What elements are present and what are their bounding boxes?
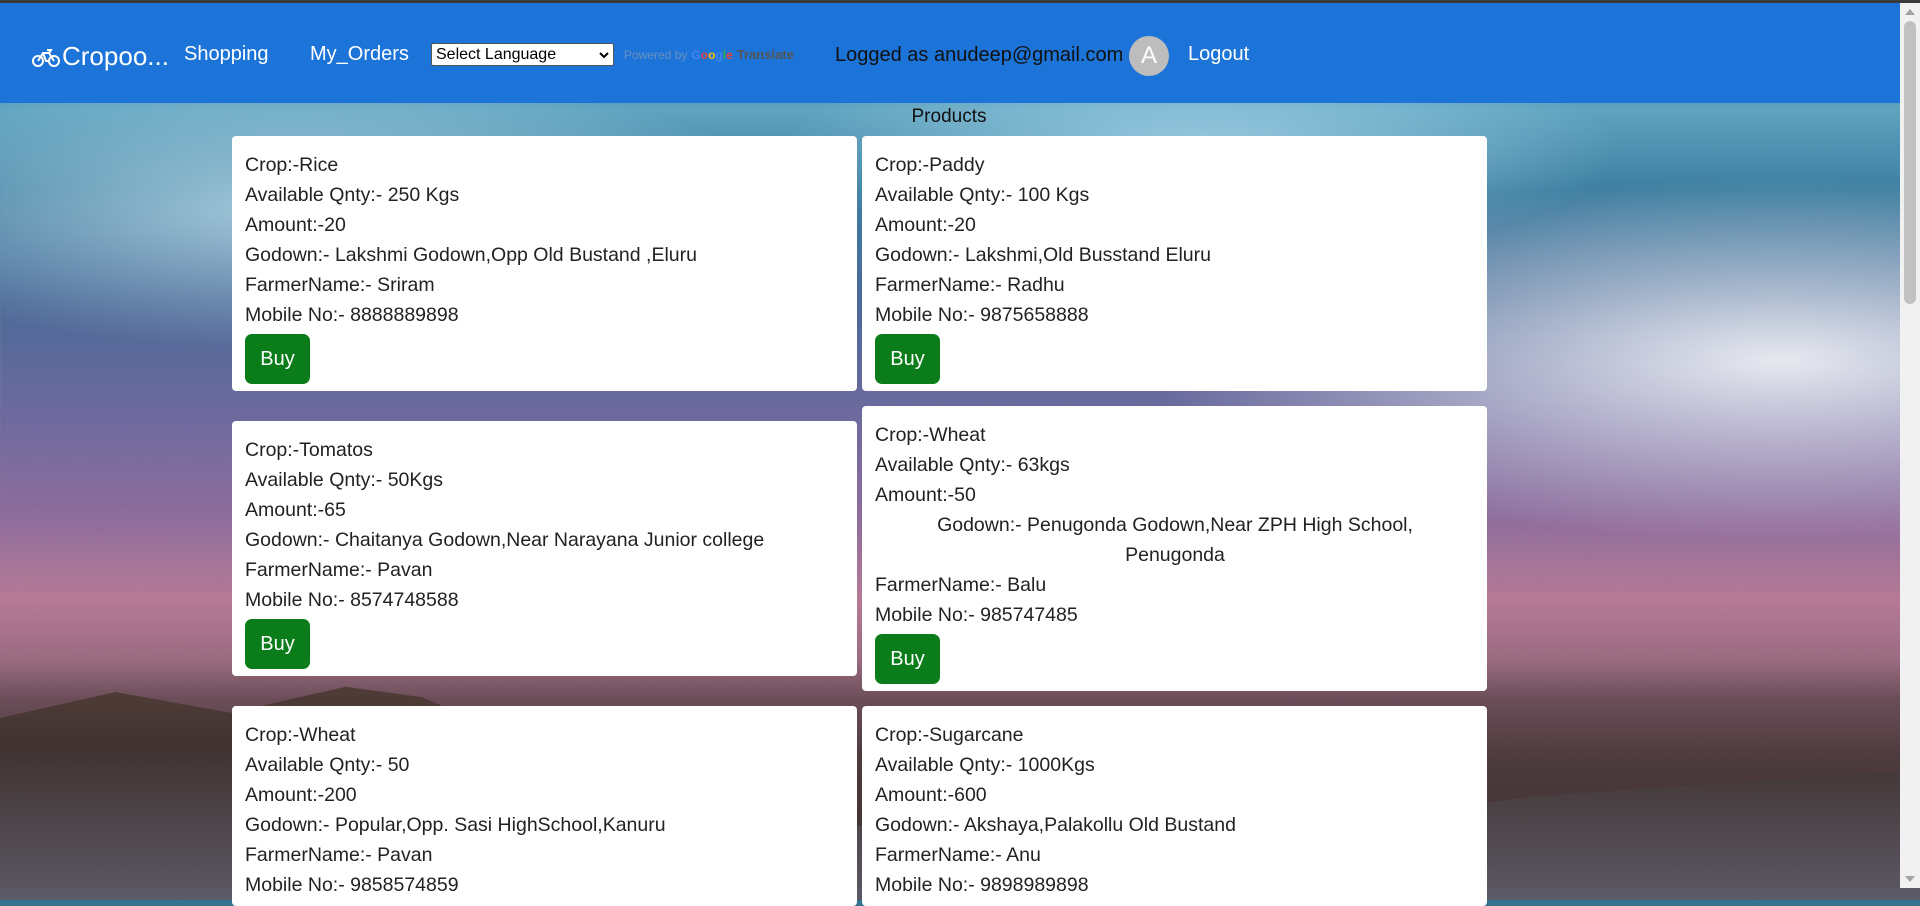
mobile-number: Mobile No:- 985747485 — [875, 604, 1078, 626]
product-card: Crop:-Wheat Available Qnty:- 63kgs Amoun… — [862, 406, 1487, 691]
language-select[interactable]: Select Language — [431, 43, 614, 66]
mobile-number: Mobile No:- 9898989898 — [875, 874, 1089, 896]
navbar: Cropoo... Shopping My_Orders Select Lang… — [0, 3, 1900, 103]
amount: Amount:-20 — [875, 214, 976, 236]
scrollbar-thumb[interactable] — [1904, 21, 1916, 304]
available-quantity: Available Qnty:- 1000Kgs — [875, 754, 1095, 776]
avatar-letter: A — [1140, 42, 1157, 69]
farmer-name: FarmerName:- Balu — [875, 574, 1047, 596]
amount: Amount:-50 — [875, 484, 976, 506]
farmer-name: FarmerName:- Radhu — [875, 274, 1065, 296]
product-card: Crop:-Wheat Available Qnty:- 50 Amount:-… — [232, 706, 857, 906]
page-scrollbar[interactable] — [1900, 3, 1920, 888]
chevron-down-icon — [599, 46, 609, 64]
godown: Godown:- Chaitanya Godown,Near Narayana … — [245, 529, 765, 551]
crop-name: Crop:-Tomatos — [245, 439, 373, 461]
product-card: Crop:-Rice Available Qnty:- 250 Kgs Amou… — [232, 136, 857, 391]
buy-button[interactable]: Buy — [245, 334, 310, 384]
crop-name: Crop:-Wheat — [875, 424, 986, 446]
godown: Godown:- Akshaya,Palakollu Old Bustand — [875, 814, 1236, 836]
scroll-up-arrow-icon[interactable] — [1905, 9, 1915, 15]
mobile-number: Mobile No:- 8574748588 — [245, 589, 459, 611]
google-translate-attribution[interactable]: Powered by Google Translate — [624, 47, 794, 62]
available-quantity: Available Qnty:- 63kgs — [875, 454, 1070, 476]
farmer-name: FarmerName:- Pavan — [245, 559, 433, 581]
buy-button[interactable]: Buy — [875, 634, 940, 684]
amount: Amount:-20 — [245, 214, 346, 236]
motorcycle-icon — [32, 46, 60, 68]
available-quantity: Available Qnty:- 50 — [245, 754, 410, 776]
amount: Amount:-200 — [245, 784, 357, 806]
brand-name: Cropoo... — [62, 41, 169, 71]
godown: Godown:- Lakshmi Godown,Opp Old Bustand … — [245, 244, 697, 266]
avatar[interactable]: A — [1129, 36, 1169, 76]
available-quantity: Available Qnty:- 100 Kgs — [875, 184, 1090, 206]
godown: Godown:- Penugonda Godown,Near ZPH High … — [937, 514, 1413, 566]
amount: Amount:-65 — [245, 499, 346, 521]
product-card: Crop:-Tomatos Available Qnty:- 50Kgs Amo… — [232, 421, 857, 676]
language-select-value: Select Language — [436, 45, 557, 63]
logged-in-user-text: Logged as anudeep@gmail.com — [835, 44, 1124, 66]
mobile-number: Mobile No:- 9858574859 — [245, 874, 459, 896]
farmer-name: FarmerName:- Anu — [875, 844, 1041, 866]
mobile-number: Mobile No:- 8888889898 — [245, 304, 459, 326]
mobile-number: Mobile No:- 9875658888 — [875, 304, 1089, 326]
farmer-name: FarmerName:- Pavan — [245, 844, 433, 866]
godown: Godown:- Popular,Opp. Sasi HighSchool,Ka… — [245, 814, 666, 836]
godown: Godown:- Lakshmi,Old Busstand Eluru — [875, 244, 1211, 266]
product-card: Crop:-Paddy Available Qnty:- 100 Kgs Amo… — [862, 136, 1487, 391]
crop-name: Crop:-Wheat — [245, 724, 356, 746]
buy-button[interactable]: Buy — [875, 334, 940, 384]
crop-name: Crop:-Rice — [245, 154, 339, 176]
crop-name: Crop:-Sugarcane — [875, 724, 1024, 746]
nav-shopping-link[interactable]: Shopping — [184, 43, 269, 66]
farmer-name: FarmerName:- Sriram — [245, 274, 435, 296]
google-logo: Google — [691, 47, 733, 62]
available-quantity: Available Qnty:- 50Kgs — [245, 469, 443, 491]
nav-my-orders-link[interactable]: My_Orders — [310, 43, 409, 66]
translate-text: Translate — [736, 47, 794, 62]
crop-name: Crop:-Paddy — [875, 154, 985, 176]
brand-link[interactable]: Cropoo... — [32, 41, 169, 72]
page-title: Products — [911, 106, 987, 127]
available-quantity: Available Qnty:- 250 Kgs — [245, 184, 460, 206]
buy-button[interactable]: Buy — [245, 619, 310, 669]
logout-link[interactable]: Logout — [1188, 43, 1249, 66]
amount: Amount:-600 — [875, 784, 987, 806]
product-card: Crop:-Sugarcane Available Qnty:- 1000Kgs… — [862, 706, 1487, 906]
scroll-down-arrow-icon[interactable] — [1905, 876, 1915, 882]
powered-by-text: Powered by — [624, 47, 688, 62]
